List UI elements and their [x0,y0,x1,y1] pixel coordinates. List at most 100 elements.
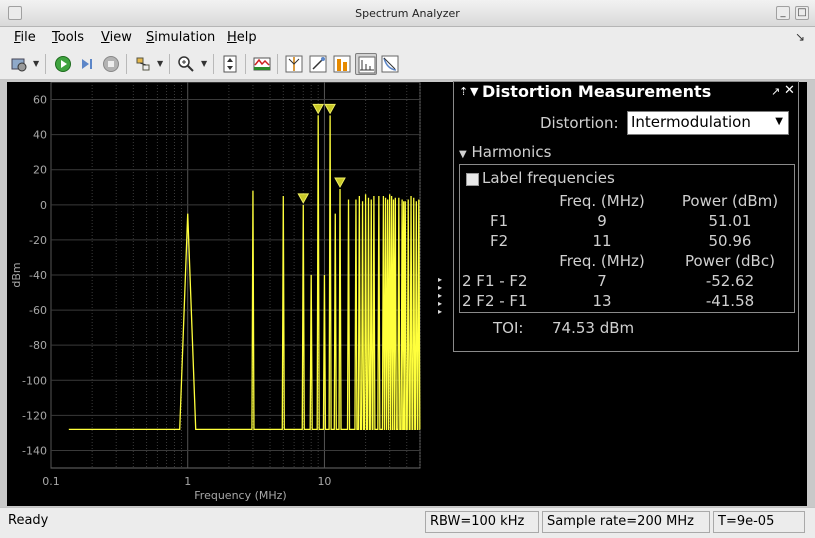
step-forward-icon [82,59,92,69]
settings-button[interactable] [8,53,30,75]
x-tick-label: 0.1 [42,475,60,488]
ccdf-measurements-button[interactable] [379,53,401,75]
distortion-select[interactable]: Intermodulation ▼ [627,111,789,135]
label-frequencies-label: Label frequencies [482,169,615,187]
window-menu-button[interactable] [8,6,22,20]
rbw-field: RBW=100 kHz [425,511,539,533]
y-tick-label: 40 [33,129,47,142]
toolbar-separator [277,54,278,74]
row-f1-freq: 9 [597,212,607,230]
minimize-button[interactable]: _ [776,6,790,20]
close-icon[interactable]: ✕ [784,83,795,98]
harmonics-box: Label frequencies Freq. (MHz) Power (dBm… [459,164,795,313]
y-tick-label: -80 [29,339,47,352]
row-2f2-f1-freq: 13 [592,292,612,310]
row-f1-name: F1 [490,212,509,230]
toolbar-separator [169,54,170,74]
y-tick-label: -140 [22,444,47,457]
undock-arrow-icon[interactable]: ↘ [795,30,805,44]
y-tick-label: 60 [33,94,47,107]
menu-help[interactable]: Help [227,30,257,45]
row-2f1-f2-name: 2 F1 - F2 [462,272,528,290]
sample-rate-field: Sample rate=200 MHz [542,511,710,533]
row-f2-freq: 11 [592,232,612,250]
highlight-signal-button[interactable] [132,53,154,75]
menu-simulation[interactable]: Simulation [146,30,215,45]
y-tick-label: 0 [40,199,47,212]
menu-view[interactable]: View [101,30,132,45]
row-2f2-f1-name: 2 F2 - F1 [462,292,528,310]
stop-button[interactable] [100,53,122,75]
step-forward-button[interactable] [76,53,98,75]
power-dbm-header: Power (dBm) [681,192,779,210]
cursor-measurements-icon [285,55,303,73]
channel-measurements-icon [333,55,351,73]
panel-collapse-arrows-icon[interactable]: ▸ ▸ ▸ ▸ ▸ [438,276,442,316]
row-f1-power: 51.01 [708,212,752,230]
pin-icon[interactable]: ⇡ [459,85,468,98]
ccdf-measurements-icon [381,55,399,73]
distortion-value: Intermodulation [631,113,751,131]
x-axis-label: Frequency (MHz) [194,489,286,502]
channel-measurements-button[interactable] [331,53,353,75]
title-bar: Spectrum Analyzer _ □ [0,0,815,27]
freq-header: Freq. (MHz) [559,192,645,210]
row-2f1-f2-freq: 7 [597,272,607,290]
x-tick-label: 1 [184,475,191,488]
chevron-down-icon: ▼ [775,116,783,127]
collapse-triangle-icon: ▼ [459,149,467,160]
label-frequencies-checkbox[interactable] [466,173,479,186]
toi-label: TOI: [493,319,524,337]
run-button[interactable] [52,53,74,75]
run-icon [55,56,71,72]
toolbar-separator [213,54,214,74]
distortion-measurements-panel: ⇡ ▼ Distortion Measurements ↗ ✕ Distorti… [453,81,799,352]
toolbar-separator [245,54,246,74]
y-tick-label: -20 [29,234,47,247]
highlight-dropdown-icon[interactable]: ▼ [157,59,163,68]
y-tick-label: -40 [29,269,47,282]
settings-icon [11,58,27,72]
menu-tools[interactable]: Tools [52,30,84,45]
harmonics-section-header[interactable]: ▼ Harmonics [459,143,551,161]
status-bar: Ready RBW=100 kHz Sample rate=200 MHz T=… [0,507,815,538]
zoom-dropdown-icon[interactable]: ▼ [201,59,207,68]
y-tick-label: -60 [29,304,47,317]
y-tick-label: 20 [33,164,47,177]
x-tick-label: 10 [317,475,331,488]
menu-bar: File Tools View Simulation Help ↘ [0,27,815,49]
window-title: Spectrum Analyzer [355,7,460,20]
settings-dropdown-icon[interactable]: ▼ [33,59,39,68]
y-tick-label: -100 [22,374,47,387]
power-dbc-header: Power (dBc) [685,252,775,270]
maximize-button[interactable]: □ [795,6,809,20]
stop-icon [103,56,119,72]
row-2f2-f1-power: -41.58 [705,292,755,310]
time-field: T=9e-05 [713,511,805,533]
autoscale-button[interactable] [219,53,241,75]
highlight-signal-icon [136,57,150,71]
peak-finder-button[interactable] [307,53,329,75]
freq-header-2: Freq. (MHz) [559,252,645,270]
cursor-measurements-button[interactable] [283,53,305,75]
row-f2-name: F2 [490,232,509,250]
status-text: Ready [8,513,49,528]
y-tick-label: -120 [22,409,47,422]
zoom-in-icon [178,56,194,72]
distortion-measurements-icon [358,56,376,74]
undock-icon[interactable]: ↗ [771,85,780,98]
toi-value: 74.53 dBm [552,319,635,337]
y-axis-label: dBm [10,262,23,287]
harmonics-label: Harmonics [471,143,552,161]
autoscale-icon [223,55,237,73]
spectrum-settings-button[interactable] [251,53,273,75]
panel-title: Distortion Measurements [482,82,712,101]
toolbar-separator [45,54,46,74]
toolbar-separator [126,54,127,74]
panel-menu-icon[interactable]: ▼ [470,85,478,98]
distortion-label: Distortion: [540,114,619,132]
menu-file[interactable]: File [14,30,36,45]
row-f2-power: 50.96 [708,232,752,250]
distortion-measurements-button[interactable] [355,53,377,75]
zoom-in-button[interactable] [175,53,197,75]
